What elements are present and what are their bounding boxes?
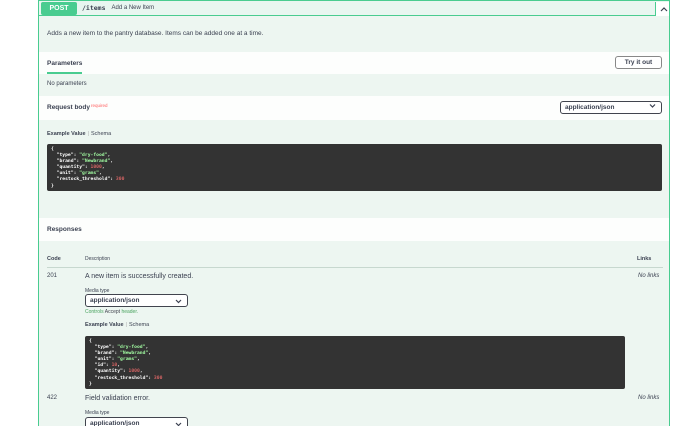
try-it-out-button[interactable]: Try it out	[615, 56, 662, 69]
collapse-button[interactable]	[655, 2, 669, 16]
response-media-type-value-201: application/json	[90, 297, 140, 304]
header-divider	[47, 267, 663, 268]
col-code-header: Code	[47, 256, 61, 262]
response-media-type-select-422[interactable]: application/json	[85, 417, 188, 426]
response-description-422: Field validation error.	[85, 395, 150, 402]
chevron-down-icon	[175, 422, 182, 426]
operation-summary[interactable]: POST /items Add a New Item	[39, 0, 669, 16]
chevron-down-icon	[175, 299, 182, 304]
response-description-201: A new item is successfully created.	[85, 273, 194, 280]
response-example-tabs-201: Example Value | Schema	[85, 322, 150, 328]
response-links-201: No links	[638, 273, 660, 279]
operation-description: Adds a new item to the pantry database. …	[47, 30, 264, 37]
no-parameters-text: No parameters	[47, 81, 87, 87]
required-marker: required	[91, 103, 108, 108]
operation-path: /items	[82, 4, 106, 12]
response-code-201: 201	[47, 273, 58, 279]
response-media-type-value-422: application/json	[90, 420, 140, 426]
tab-schema[interactable]: Schema	[91, 131, 111, 137]
tab-example-value[interactable]: Example Value	[85, 322, 124, 328]
request-example-code: { "type": "dry-food", "brand": "Newbrand…	[47, 144, 662, 191]
col-description-header: Description	[85, 256, 111, 262]
request-content-type-value: application/json	[565, 104, 615, 111]
col-links-header: Links	[637, 256, 652, 262]
responses-title: Responses	[47, 226, 82, 233]
response-example-code-201: { "type": "dry-food", "brand": "Newbrand…	[85, 336, 625, 389]
request-example-tabs: Example Value | Schema	[47, 131, 112, 137]
response-code-422: 422	[47, 395, 58, 401]
method-badge: POST	[41, 1, 77, 15]
chevron-down-icon	[649, 104, 656, 108]
request-content-type-select[interactable]: application/json	[560, 101, 662, 114]
parameters-header: Parameters	[39, 52, 669, 74]
request-body-label: Request body	[47, 104, 90, 111]
chevron-up-icon	[660, 7, 667, 12]
responses-header	[39, 218, 669, 241]
tab-schema[interactable]: Schema	[129, 322, 149, 328]
tab-example-value[interactable]: Example Value	[47, 131, 86, 137]
accept-header-note: Controls Accept header.	[85, 309, 139, 315]
media-type-label-422: Media type	[85, 410, 110, 416]
operation-summary-text: Add a New Item	[111, 5, 155, 11]
tab-parameters[interactable]: Parameters	[47, 60, 83, 74]
operation-block: POST /items Add a New Item Adds a new it…	[38, 0, 670, 426]
response-media-type-select-201[interactable]: application/json	[85, 294, 188, 307]
response-links-422: No links	[638, 395, 660, 401]
